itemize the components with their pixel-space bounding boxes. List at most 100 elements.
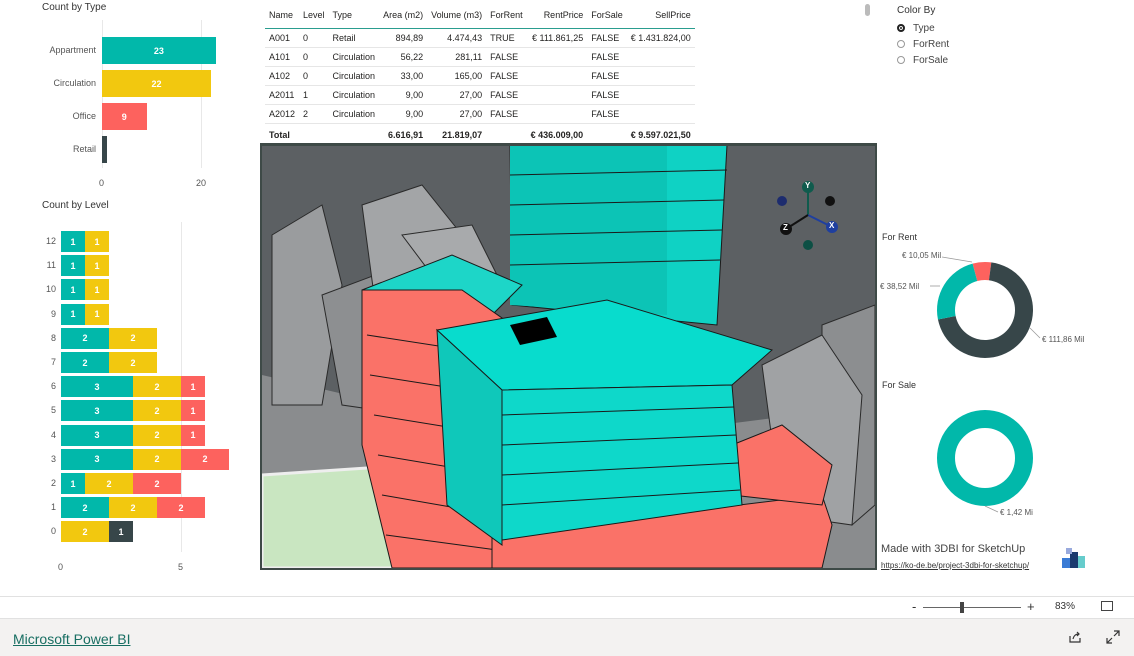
color-by-slicer[interactable]: Color By Type ForRent ForSale	[897, 5, 1017, 68]
table-header-cell[interactable]: SellPrice	[626, 2, 695, 29]
level-bar-segment[interactable]: 2	[133, 473, 181, 494]
table-cell: FALSE	[587, 66, 627, 86]
table-header-cell[interactable]: ForSale	[587, 2, 627, 29]
table-header-cell[interactable]: Area (m2)	[379, 2, 428, 29]
type-bar[interactable]: 22	[102, 70, 211, 97]
level-bar-segment[interactable]: 2	[109, 497, 157, 519]
table-header-cell[interactable]: Volume (m3)	[427, 2, 487, 29]
type-category-label: Office	[72, 111, 96, 121]
color-by-option-forrent[interactable]: ForRent	[897, 36, 1017, 52]
type-chart[interactable]: Appartment 23 Circulation 22 Office 9 Retail 0…	[0, 20, 240, 190]
level-bar-segment[interactable]: 1	[85, 279, 109, 301]
level-bar-segment[interactable]: 1	[181, 424, 205, 446]
level-category-label: 9	[50, 308, 56, 319]
table-header-cell[interactable]: Name	[265, 2, 300, 29]
footer: Microsoft Power BI	[0, 618, 1134, 656]
level-bar-segment[interactable]: 1	[181, 400, 205, 422]
table-header-cell[interactable]: Level	[299, 2, 329, 29]
for-rent-title: For Rent	[882, 232, 918, 242]
table-cell	[526, 85, 588, 105]
level-bar-segment[interactable]: 3	[61, 376, 133, 398]
color-by-option-type[interactable]: Type	[897, 20, 1017, 36]
for-sale-donut[interactable]: € 1,42 Mi	[880, 400, 1130, 525]
level-bar-segment[interactable]: 1	[61, 255, 85, 277]
table-cell	[626, 66, 695, 86]
level-bar-segment[interactable]: 2	[157, 497, 205, 519]
fit-to-page-icon[interactable]	[1101, 601, 1113, 611]
donut-leader-line	[1029, 327, 1041, 339]
table-row[interactable]: A2012 2 Circulation 9,00 27,00 FALSE FALSE	[265, 104, 695, 124]
zoom-level: 83%	[1055, 601, 1076, 612]
type-axis-tick-20: 20	[196, 178, 207, 188]
level-bar-segment[interactable]: 2	[61, 497, 109, 519]
level-chart[interactable]: 12 1 1 11 1 1 10 1 1 9 1 1 8 2 2 7 2 2 6 3 2 1 5 3 2 1 4 3 2 1 3 3 2 2 2 1 2…	[0, 218, 245, 578]
zoom-slider-handle[interactable]	[960, 602, 964, 613]
level-category-label: 4	[50, 429, 56, 440]
fullscreen-icon[interactable]	[1106, 630, 1120, 644]
table-cell: A102	[265, 66, 300, 86]
table-cell: A2011	[265, 85, 300, 105]
level-bar-segment[interactable]: 2	[109, 327, 157, 349]
level-bar-segment[interactable]: 1	[61, 303, 85, 325]
level-bar-segment[interactable]: 1	[85, 303, 109, 325]
table-cell	[626, 85, 695, 105]
table-row[interactable]: A001 0 Retail 894,89 4.474,43 TRUE € 111.861,2…	[265, 28, 695, 48]
table-cell: 9,00	[379, 104, 428, 124]
for-rent-donut[interactable]: € 10,05 Mil € 38,52 Mil € 111,86 Mil	[880, 248, 1130, 368]
axis-z-label: Z	[783, 223, 788, 232]
power-bi-link[interactable]: Microsoft Power BI	[13, 631, 130, 647]
table-row[interactable]: A101 0 Circulation 56,22 281,11 FALSE FALSE	[265, 47, 695, 67]
level-bar-segment[interactable]: 1	[85, 231, 109, 252]
zoom-in-button[interactable]: +	[1027, 599, 1035, 614]
data-table[interactable]: Name Level Type Area (m2) Volume (m3) ForRent…	[265, 2, 695, 146]
level-bar-segment[interactable]: 1	[61, 279, 85, 301]
table-row[interactable]: A102 0 Circulation 33,00 165,00 FALSE FALSE	[265, 66, 695, 86]
for-rent-donut-svg	[930, 256, 1041, 358]
table-header-cell[interactable]: RentPrice	[526, 2, 588, 29]
axis-y-label: Y	[805, 181, 811, 190]
level-bar-segment[interactable]: 2	[133, 400, 181, 422]
table-cell: TRUE	[486, 28, 527, 48]
level-bar-segment[interactable]: 2	[133, 448, 181, 470]
type-bar[interactable]	[102, 136, 107, 163]
radio-empty-icon	[897, 56, 905, 64]
level-bar-segment[interactable]: 1	[61, 231, 85, 252]
table-cell: 894,89	[379, 28, 428, 48]
table-header-cell[interactable]: ForRent	[486, 2, 527, 29]
level-bar-segment[interactable]: 1	[181, 376, 205, 398]
level-bar-segment[interactable]: 3	[61, 400, 133, 422]
for-sale-title: For Sale	[882, 380, 917, 390]
credit-link[interactable]: https://ko-de.be/project-3dbi-for-sketch…	[881, 561, 1029, 570]
level-bar-segment[interactable]: 2	[181, 448, 229, 470]
type-category-label: Retail	[72, 144, 96, 154]
level-bar-segment[interactable]: 2	[133, 376, 181, 398]
level-bar-segment[interactable]: 3	[61, 424, 133, 446]
level-bar-segment[interactable]: 2	[85, 473, 133, 494]
level-bar-segment[interactable]: 2	[61, 352, 109, 373]
level-bar-segment[interactable]: 1	[61, 473, 85, 494]
table-row[interactable]: A2011 1 Circulation 9,00 27,00 FALSE FALSE	[265, 85, 695, 105]
type-bar[interactable]: 23	[102, 37, 216, 64]
color-by-option-forsale[interactable]: ForSale	[897, 52, 1017, 68]
level-chart-title: Count by Level	[42, 200, 109, 211]
share-icon[interactable]	[1068, 630, 1082, 644]
level-bar-segment[interactable]: 1	[109, 521, 133, 543]
level-category-label: 12	[45, 236, 56, 246]
table-cell: A2012	[265, 104, 300, 124]
level-bar-segment[interactable]: 2	[133, 424, 181, 446]
axes-gizmo[interactable]: Y X Z	[772, 175, 852, 255]
zoom-out-button[interactable]: -	[912, 599, 916, 614]
level-bar-segment[interactable]: 2	[61, 327, 109, 349]
3d-viewport[interactable]: Y X Z	[260, 143, 877, 570]
type-chart-title: Count by Type	[42, 2, 107, 13]
level-bar-segment[interactable]: 3	[61, 448, 133, 470]
table-scrollbar[interactable]	[865, 4, 870, 16]
level-bar-segment[interactable]: 2	[109, 352, 157, 373]
level-bar-segment[interactable]: 2	[61, 521, 109, 543]
zoom-slider-track[interactable]	[923, 607, 1021, 608]
type-bar[interactable]: 9	[102, 103, 147, 130]
table-cell: 27,00	[427, 104, 487, 124]
level-bar-segment[interactable]: 1	[85, 255, 109, 277]
table-header-cell[interactable]: Type	[328, 2, 380, 29]
donut-leader-line	[984, 505, 999, 513]
